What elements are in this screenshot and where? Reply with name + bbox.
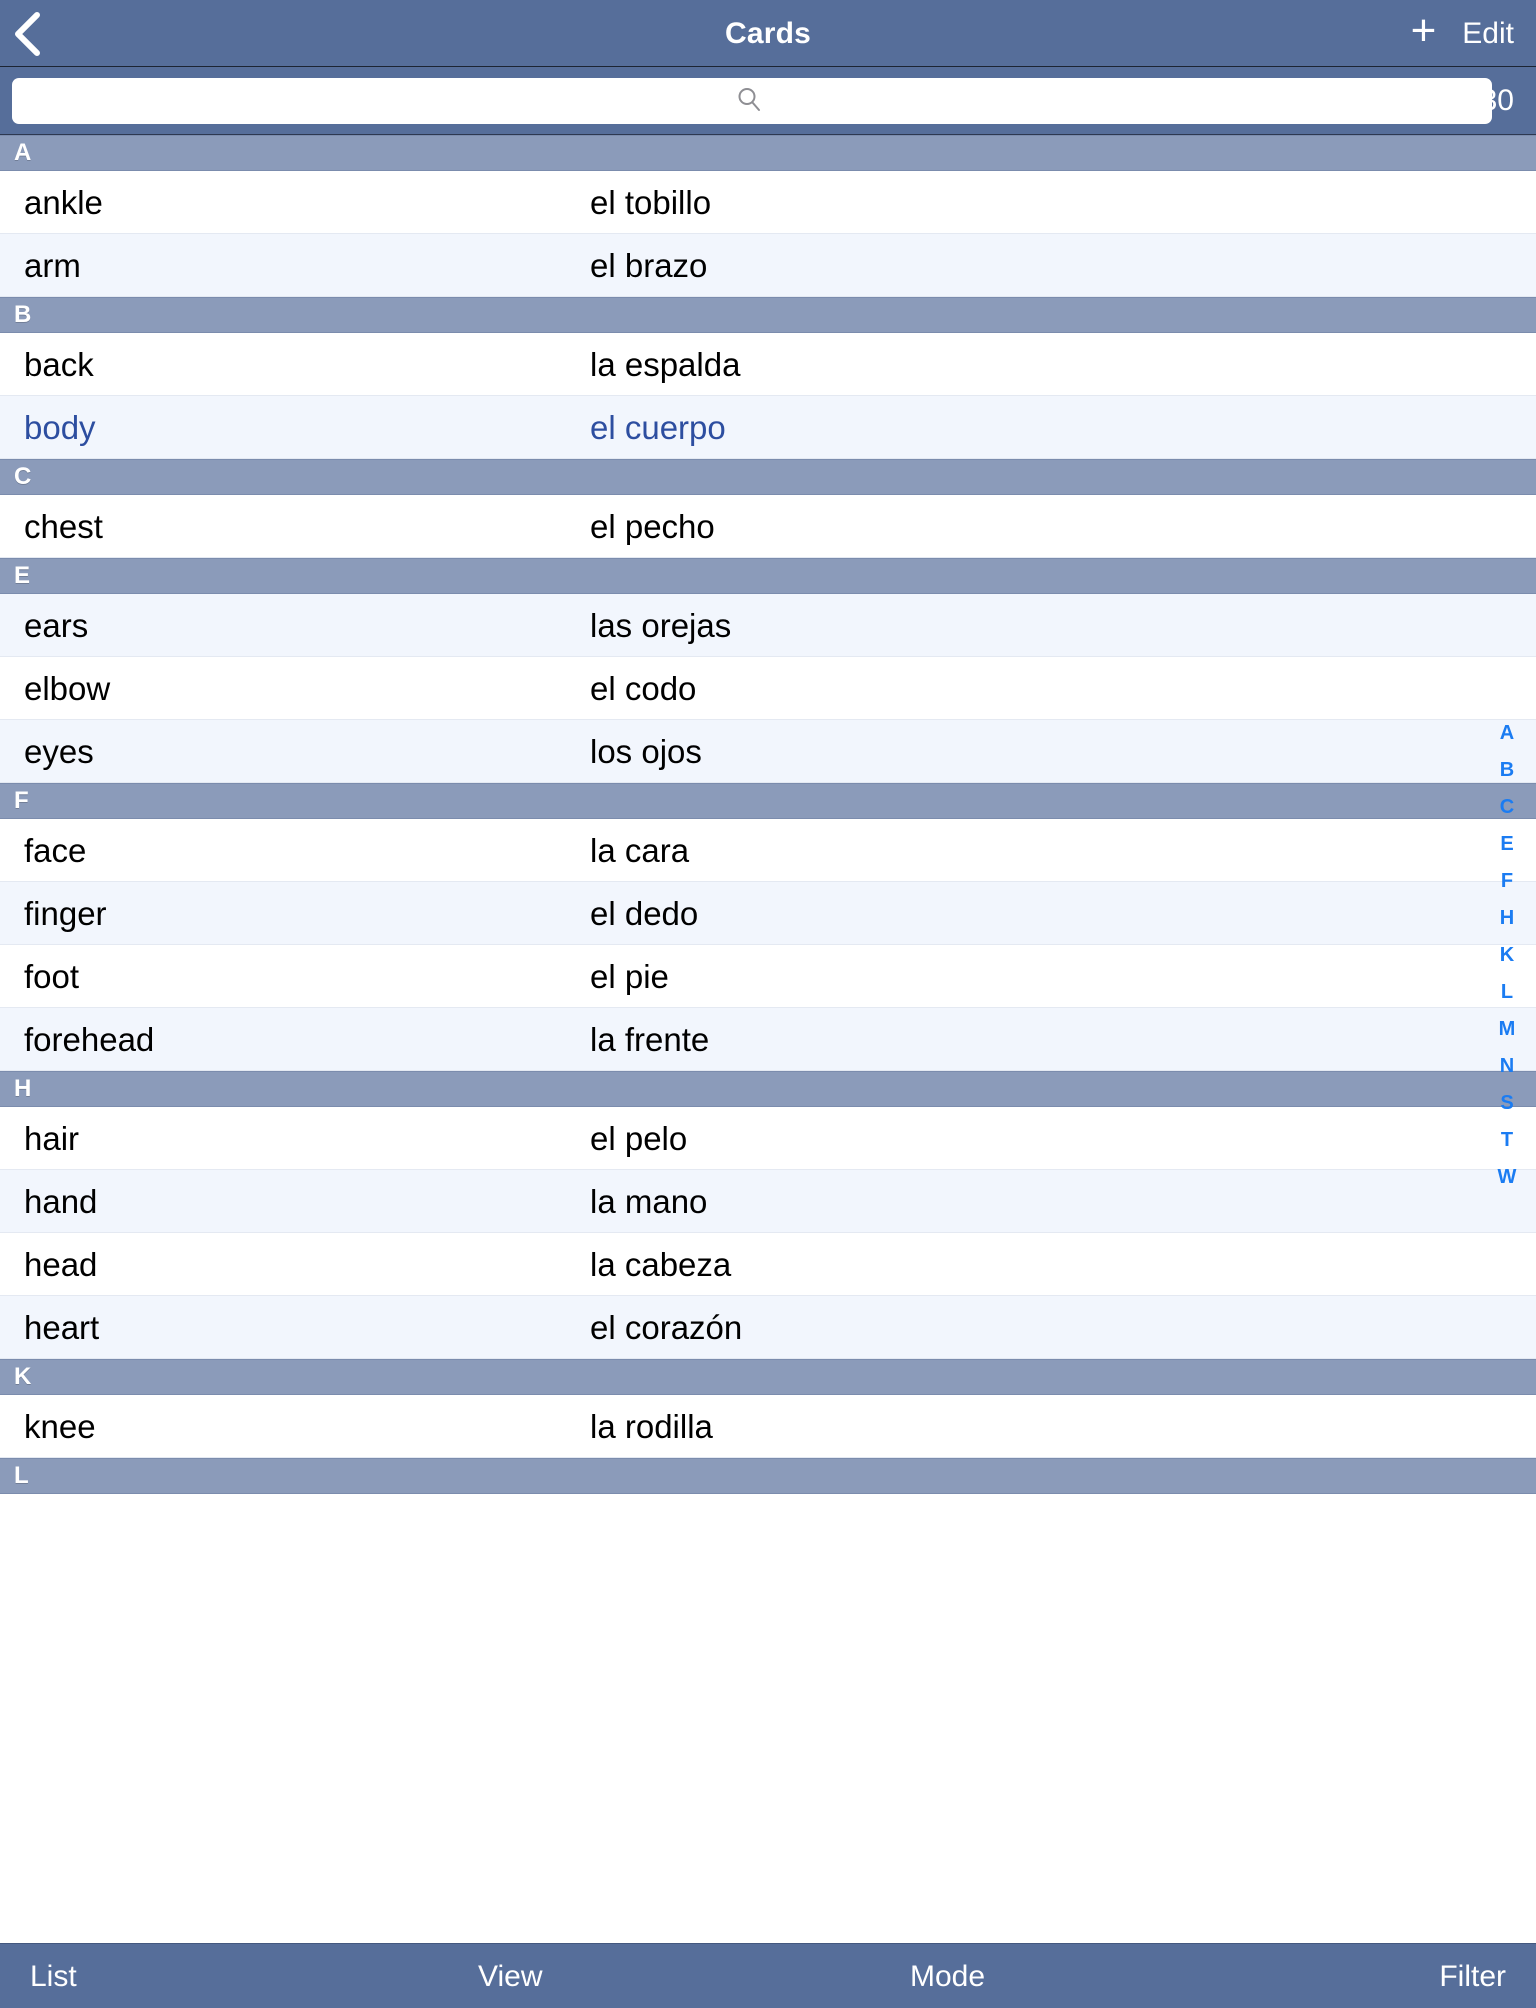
index-letter[interactable]: W: [1478, 1159, 1536, 1196]
row-translation: el codo: [590, 669, 697, 707]
index-letter[interactable]: C: [1478, 789, 1536, 826]
row-translation: el pelo: [590, 1119, 688, 1157]
index-letter[interactable]: T: [1478, 1122, 1536, 1159]
row-translation: la rodilla: [590, 1407, 713, 1445]
row-translation: la espalda: [590, 345, 741, 383]
index-letter[interactable]: B: [1478, 752, 1536, 789]
section-header-label: H: [14, 1075, 32, 1102]
section-header: B: [0, 297, 1536, 333]
row-translation: el pecho: [590, 507, 715, 545]
row-term: hand: [24, 1182, 98, 1220]
page-title: Cards: [724, 16, 812, 50]
section-header: C: [0, 459, 1536, 495]
table-row[interactable]: head la cabeza: [0, 1233, 1536, 1296]
index-letter[interactable]: M: [1478, 1011, 1536, 1048]
row-translation: el brazo: [590, 246, 708, 284]
cards-list[interactable]: Aankle el tobillo arm el brazo Bback la espal…: [0, 135, 1536, 1943]
row-translation: las orejas: [590, 606, 732, 644]
row-term: hair: [24, 1119, 80, 1157]
row-term: knee: [24, 1407, 96, 1445]
row-term: arm: [24, 246, 81, 284]
row-term: elbow: [24, 669, 111, 707]
index-letter[interactable]: S: [1478, 1085, 1536, 1122]
section-header-label: K: [14, 1363, 32, 1390]
row-translation: el cuerpo: [590, 408, 726, 446]
section-header: A: [0, 135, 1536, 171]
table-row[interactable]: chest el pecho: [0, 495, 1536, 558]
section-header: F: [0, 783, 1536, 819]
search-field[interactable]: [12, 78, 1492, 124]
section-header-label: B: [14, 301, 32, 328]
table-row[interactable]: knee la rodilla: [0, 1395, 1536, 1458]
row-translation: el corazón: [590, 1308, 743, 1346]
row-term: finger: [24, 894, 107, 932]
navigation-bar: Cards + Edit: [0, 0, 1536, 67]
table-row[interactable]: elbow el codo: [0, 657, 1536, 720]
row-translation: el dedo: [590, 894, 699, 932]
table-row[interactable]: back la espalda: [0, 333, 1536, 396]
toolbar-button-list[interactable]: List: [30, 1944, 77, 2008]
table-row[interactable]: hand la mano: [0, 1170, 1536, 1233]
row-term: ears: [24, 606, 89, 644]
add-card-button[interactable]: +: [1411, 8, 1437, 53]
toolbar-button-filter[interactable]: Filter: [1439, 1944, 1506, 2008]
row-term: eyes: [24, 732, 94, 770]
section-header-label: C: [14, 463, 32, 490]
search-bar: 30: [0, 67, 1536, 135]
cards-screen: Cards + Edit 30 Aankle el tobillo arm el br…: [0, 0, 1536, 2008]
row-term: heart: [24, 1308, 100, 1346]
index-letter[interactable]: F: [1478, 863, 1536, 900]
row-translation: la frente: [590, 1020, 710, 1058]
bottom-toolbar: List View Mode Filter: [0, 1943, 1536, 2008]
section-header-label: E: [14, 562, 31, 589]
section-header-label: A: [14, 139, 32, 166]
section-header: H: [0, 1071, 1536, 1107]
table-row[interactable]: ears las orejas: [0, 594, 1536, 657]
row-translation: la cabeza: [590, 1245, 732, 1283]
toolbar-button-mode[interactable]: Mode: [910, 1944, 985, 2008]
row-translation: los ojos: [590, 732, 702, 770]
table-row[interactable]: eyes los ojos: [0, 720, 1536, 783]
table-row[interactable]: arm el brazo: [0, 234, 1536, 297]
card-count: 30: [1480, 84, 1514, 117]
row-term: forehead: [24, 1020, 155, 1058]
search-icon: [735, 85, 763, 118]
row-translation: la mano: [590, 1182, 708, 1220]
row-term: body: [24, 408, 96, 446]
section-header-label: F: [14, 787, 29, 814]
section-header-label: L: [14, 1462, 29, 1489]
section-index-bar[interactable]: ABCEFHKLMNSTW: [1478, 715, 1536, 1196]
table-row[interactable]: finger el dedo: [0, 882, 1536, 945]
cards-list-body: Aankle el tobillo arm el brazo Bback la espal…: [0, 135, 1536, 1494]
row-translation: el pie: [590, 957, 669, 995]
navbar-actions: + Edit: [1411, 0, 1514, 67]
row-translation: la cara: [590, 831, 690, 869]
row-term: head: [24, 1245, 98, 1283]
section-header: L: [0, 1458, 1536, 1494]
row-term: back: [24, 345, 94, 383]
row-term: ankle: [24, 183, 103, 221]
index-letter[interactable]: E: [1478, 826, 1536, 863]
table-row[interactable]: hair el pelo: [0, 1107, 1536, 1170]
edit-button[interactable]: Edit: [1462, 17, 1514, 51]
section-header: E: [0, 558, 1536, 594]
table-row[interactable]: ankle el tobillo: [0, 171, 1536, 234]
table-row[interactable]: face la cara: [0, 819, 1536, 882]
index-letter[interactable]: N: [1478, 1048, 1536, 1085]
toolbar-button-view[interactable]: View: [478, 1944, 542, 2008]
row-translation: el tobillo: [590, 183, 712, 221]
index-letter[interactable]: A: [1478, 715, 1536, 752]
row-term: chest: [24, 507, 103, 545]
table-row[interactable]: heart el corazón: [0, 1296, 1536, 1359]
index-letter[interactable]: H: [1478, 900, 1536, 937]
table-row[interactable]: forehead la frente: [0, 1008, 1536, 1071]
row-term: face: [24, 831, 87, 869]
section-header: K: [0, 1359, 1536, 1395]
index-letter[interactable]: L: [1478, 974, 1536, 1011]
table-row[interactable]: body el cuerpo: [0, 396, 1536, 459]
row-term: foot: [24, 957, 80, 995]
index-letter[interactable]: K: [1478, 937, 1536, 974]
table-row[interactable]: foot el pie: [0, 945, 1536, 1008]
